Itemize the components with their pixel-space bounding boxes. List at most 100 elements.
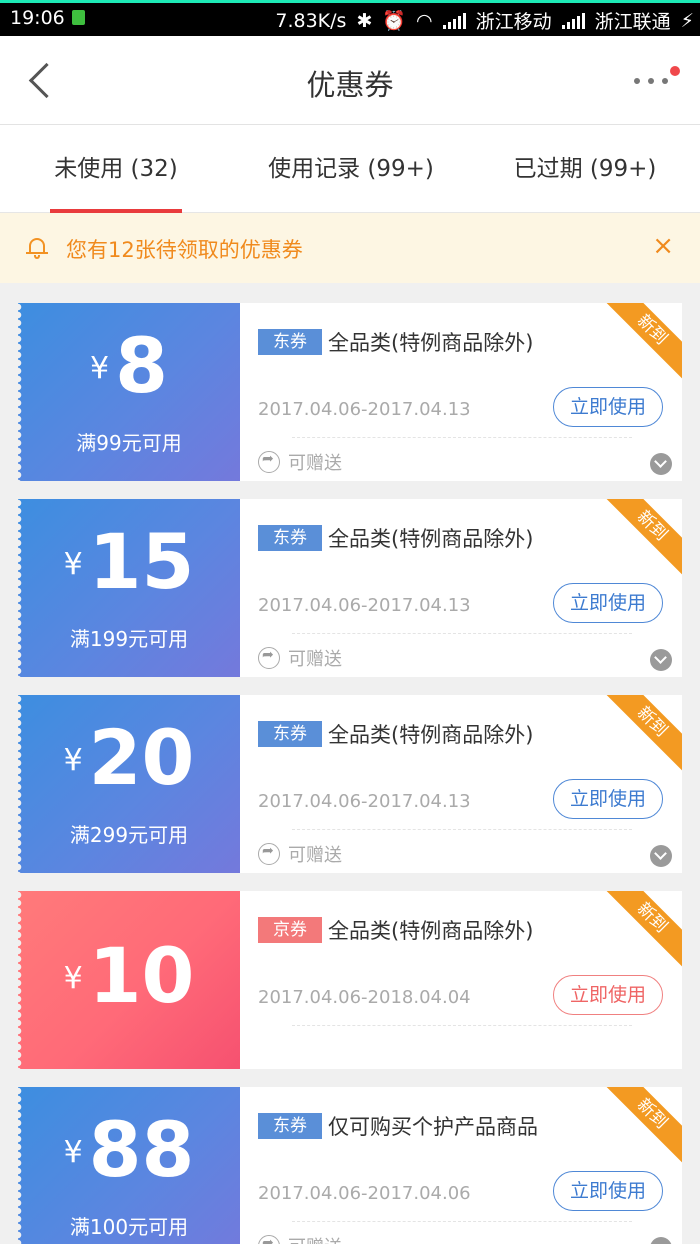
coupon-validity: 2017.04.06-2017.04.13 [258,791,471,812]
coupon-scope: 仅可购买个护产品商品 [328,1115,538,1139]
tab-usage-history[interactable]: 使用记录 (99+) [262,125,440,213]
coupon-details: 东券 仅可购买个护产品商品 2017.04.06-2017.04.06 立即使用… [240,1087,682,1244]
new-ribbon: 新到 [600,695,682,774]
status-time: 19:06 [10,7,65,29]
coupon-validity: 2017.04.06-2017.04.13 [258,399,471,420]
giftable-row[interactable]: 可赠送 [258,449,342,475]
giftable-row[interactable]: 可赠送 [258,645,342,671]
coupon-card[interactable]: ¥88 满100元可用 东券 仅可购买个护产品商品 2017.04.06-201… [18,1087,682,1244]
status-right: 7.83K/s ✱ ⏰ ◠ 浙江移动 浙江联通 ⚡ [275,7,694,34]
dashed-divider [292,1025,632,1026]
nav-bar: 优惠券 [0,36,700,125]
use-now-button[interactable]: 立即使用 [553,1171,663,1211]
expand-chevron-icon[interactable] [650,649,672,671]
coupon-details: 京券 全品类(特例商品除外) 2017.04.06-2018.04.04 立即使… [240,891,682,1069]
giftable-row[interactable]: 可赠送 [258,841,342,867]
network-speed: 7.83K/s [275,9,347,32]
new-ribbon: 新到 [600,891,682,970]
tab-expired-label: 已过期 (99+) [513,156,657,182]
coupon-condition: 满99元可用 [76,431,182,455]
coupon-title-row: 东券 全品类(特例商品除外) [258,327,533,357]
more-menu-button[interactable] [630,66,680,96]
coupon-scope: 全品类(特例商品除外) [328,723,534,747]
amount-value: 8 [115,321,168,410]
coupon-validity: 2017.04.06-2017.04.13 [258,595,471,616]
alarm-icon: ⏰ [382,10,407,32]
expand-chevron-icon[interactable] [650,1237,672,1244]
coupon-condition: 满100元可用 [69,1215,189,1239]
dashed-divider [292,633,632,634]
coupon-value-panel: ¥88 满100元可用 [18,1087,240,1244]
coupon-condition: 满199元可用 [69,627,189,651]
giftable-label: 可赠送 [288,1233,342,1244]
expand-chevron-icon[interactable] [650,453,672,475]
amount-value: 88 [88,1105,195,1194]
charging-icon: ⚡ [680,9,694,32]
currency-symbol: ¥ [90,351,110,386]
signal-icon [442,12,466,29]
share-icon [258,451,280,473]
status-accent-line [0,0,700,3]
tab-usage-history-label: 使用记录 (99+) [268,156,434,182]
bluetooth-icon: ✱ [356,9,373,32]
coupon-amount: ¥88 [18,1105,240,1195]
coupon-title-row: 东券 全品类(特例商品除外) [258,523,533,553]
coupon-amount: ¥10 [18,931,240,1021]
coupon-value-panel: ¥8 满99元可用 [18,303,240,481]
tab-expired[interactable]: 已过期 (99+) [506,125,664,213]
sim-icon [72,10,85,25]
giftable-label: 可赠送 [288,845,342,866]
coupon-type-tag: 东券 [258,329,322,355]
wifi-icon: ◠ [416,9,433,32]
new-ribbon: 新到 [600,303,682,382]
giftable-label: 可赠送 [288,453,342,474]
coupon-amount: ¥15 [18,517,240,607]
coupon-card[interactable]: ¥8 满99元可用 东券 全品类(特例商品除外) 2017.04.06-2017… [18,303,682,481]
giftable-row[interactable]: 可赠送 [258,1233,342,1244]
coupon-details: 东券 全品类(特例商品除外) 2017.04.06-2017.04.13 立即使… [240,499,682,677]
coupon-card[interactable]: ¥15 满199元可用 东券 全品类(特例商品除外) 2017.04.06-20… [18,499,682,677]
coupon-amount: ¥8 [18,321,240,411]
carrier-2: 浙江联通 [594,11,671,33]
status-bar: 19:06 7.83K/s ✱ ⏰ ◠ 浙江移动 浙江联通 ⚡ [0,0,700,36]
page-title: 优惠券 [306,68,394,102]
tab-unused-label: 未使用 (32) [54,156,178,182]
bell-icon [26,236,48,259]
coupon-validity: 2017.04.06-2018.04.04 [258,987,471,1008]
use-now-button[interactable]: 立即使用 [553,975,663,1015]
use-now-button[interactable]: 立即使用 [553,779,663,819]
currency-symbol: ¥ [63,547,83,582]
dashed-divider [292,829,632,830]
coupon-amount: ¥20 [18,713,240,803]
coupon-scope: 全品类(特例商品除外) [328,527,534,551]
coupon-card[interactable]: ¥10 京券 全品类(特例商品除外) 2017.04.06-2018.04.04… [18,891,682,1069]
coupon-card[interactable]: ¥20 满299元可用 东券 全品类(特例商品除外) 2017.04.06-20… [18,695,682,873]
coupon-type-tag: 东券 [258,721,322,747]
close-icon[interactable]: × [652,231,674,261]
coupon-validity: 2017.04.06-2017.04.06 [258,1183,471,1204]
amount-value: 15 [88,517,195,606]
new-ribbon: 新到 [600,1087,682,1166]
coupon-type-tag: 东券 [258,1113,322,1139]
expand-chevron-icon[interactable] [650,845,672,867]
signal-icon-2 [561,12,585,29]
notice-text: 您有12张待领取的优惠券 [66,238,303,262]
coupon-details: 东券 全品类(特例商品除外) 2017.04.06-2017.04.13 立即使… [240,303,682,481]
tab-unused[interactable]: 未使用 (32) [50,125,182,213]
carrier-1: 浙江移动 [475,11,552,33]
coupon-title-row: 京券 全品类(特例商品除外) [258,915,533,945]
share-icon [258,647,280,669]
currency-symbol: ¥ [63,743,83,778]
tab-bar: 未使用 (32) 使用记录 (99+) 已过期 (99+) [0,125,700,213]
share-icon [258,1235,280,1244]
coupon-title-row: 东券 全品类(特例商品除外) [258,719,533,749]
coupon-value-panel: ¥15 满199元可用 [18,499,240,677]
use-now-button[interactable]: 立即使用 [553,387,663,427]
coupon-scope: 全品类(特例商品除外) [328,331,534,355]
use-now-button[interactable]: 立即使用 [553,583,663,623]
share-icon [258,843,280,865]
amount-value: 20 [88,713,195,802]
more-dots-icon [634,78,668,84]
pending-coupon-notice[interactable]: 您有12张待领取的优惠券 × [0,213,700,283]
coupon-value-panel: ¥20 满299元可用 [18,695,240,873]
